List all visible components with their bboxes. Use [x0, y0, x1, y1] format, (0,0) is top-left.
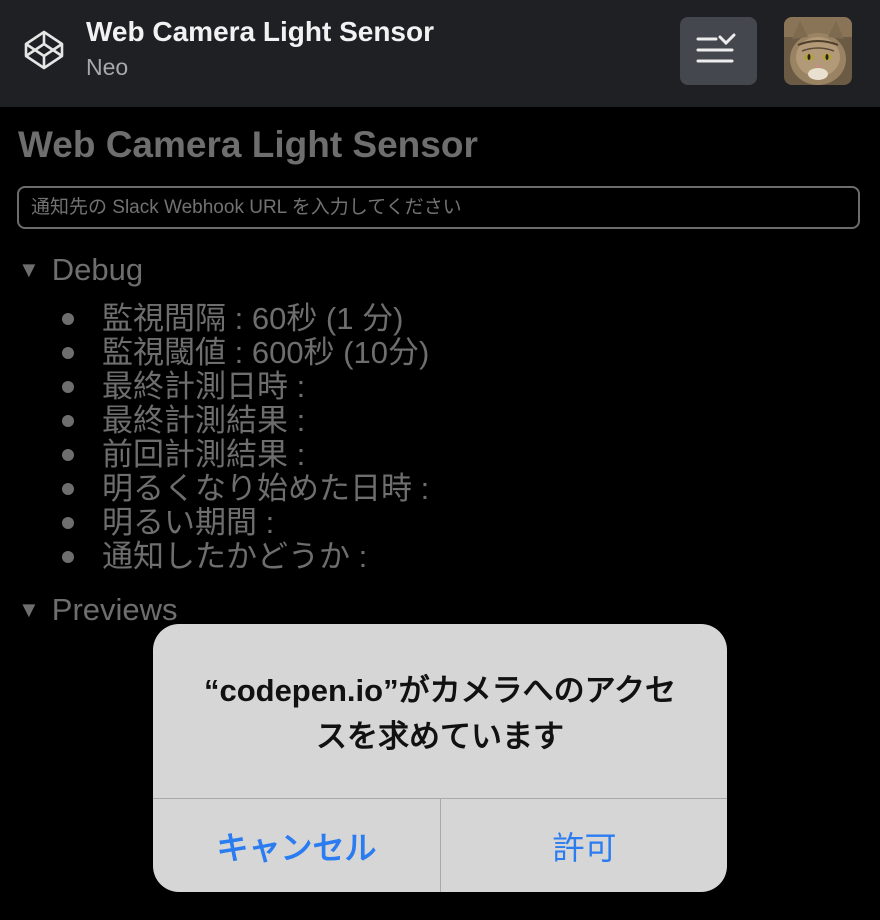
- allow-button[interactable]: 許可: [441, 799, 727, 892]
- app-header: Web Camera Light Sensor Neo: [0, 0, 880, 107]
- debug-list: 監視間隔 : 60秒 (1 分) 監視閾値 : 600秒 (10分) 最終計測日…: [62, 302, 429, 574]
- cancel-button[interactable]: キャンセル: [153, 799, 440, 892]
- debug-toggle[interactable]: ▼ Debug: [18, 252, 143, 288]
- codepen-logo-icon[interactable]: [22, 28, 66, 72]
- bullet-icon: [62, 380, 74, 393]
- webhook-url-input[interactable]: [17, 186, 860, 229]
- list-item: 監視閾値 : 600秒 (10分): [62, 336, 429, 370]
- bullet-icon: [62, 550, 74, 563]
- previews-toggle[interactable]: ▼ Previews: [18, 592, 178, 628]
- bullet-icon: [62, 516, 74, 529]
- list-item: 最終計測結果 :: [62, 404, 429, 438]
- app-user[interactable]: Neo: [86, 54, 128, 81]
- list-item: 監視間隔 : 60秒 (1 分): [62, 302, 429, 336]
- avatar[interactable]: [784, 17, 852, 85]
- bullet-icon: [62, 414, 74, 427]
- camera-permission-dialog: “codepen.io”がカメラへのアクセスを求めています キャンセル 許可: [153, 624, 727, 892]
- list-item: 前回計測結果 :: [62, 438, 429, 472]
- list-item: 最終計測日時 :: [62, 370, 429, 404]
- bullet-icon: [62, 448, 74, 461]
- menu-button[interactable]: [680, 17, 757, 85]
- triangle-down-icon: ▼: [18, 597, 40, 622]
- bullet-icon: [62, 312, 74, 325]
- dialog-message: “codepen.io”がカメラへのアクセスを求めています: [203, 673, 677, 754]
- list-item: 明るい期間 :: [62, 506, 429, 540]
- previews-label: Previews: [51, 592, 178, 627]
- app-title: Web Camera Light Sensor: [86, 16, 435, 47]
- triangle-down-icon: ▼: [18, 257, 40, 282]
- bullet-icon: [62, 346, 74, 359]
- debug-label: Debug: [51, 252, 144, 287]
- list-item: 通知したかどうか :: [62, 540, 429, 574]
- bullet-icon: [62, 482, 74, 495]
- page-title: Web Camera Light Sensor: [18, 124, 478, 165]
- list-item: 明るくなり始めた日時 :: [62, 472, 429, 506]
- list-collapse-icon: [696, 33, 736, 63]
